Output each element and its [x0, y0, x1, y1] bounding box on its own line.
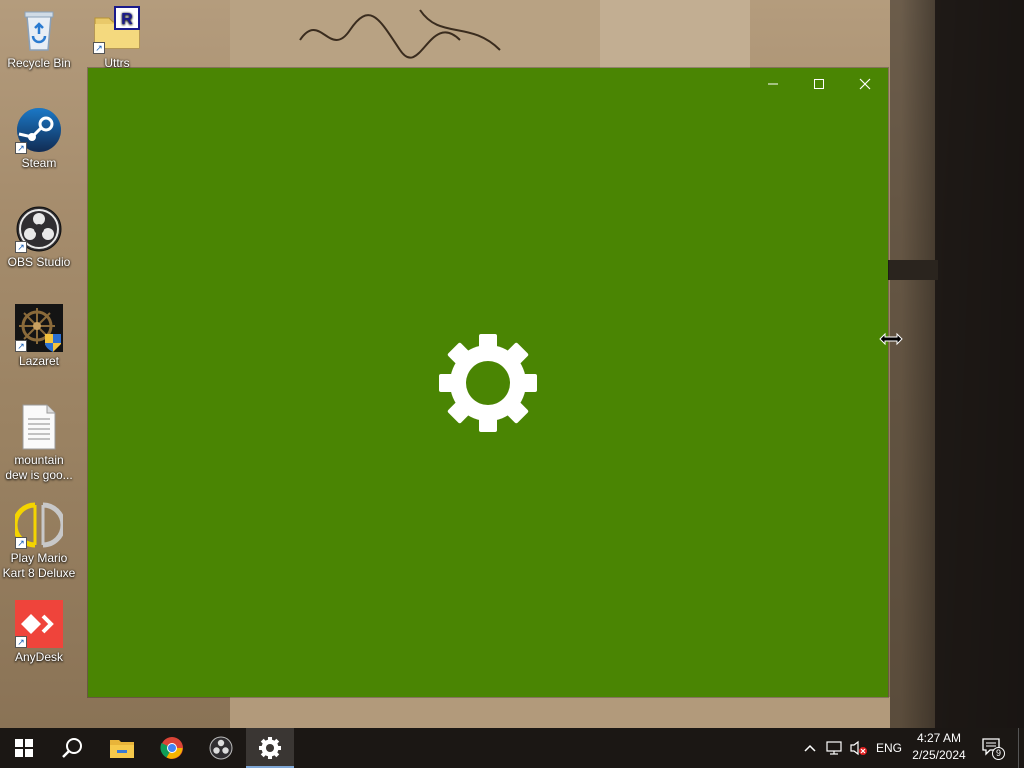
desktop-icon-lazaret[interactable]: ↗ Lazaret [0, 304, 78, 369]
desktop-icon-label: Steam [21, 156, 57, 170]
folder-icon: R ↗ [93, 6, 141, 54]
windows-start-icon [15, 739, 33, 757]
steam-icon: ↗ [15, 106, 63, 154]
action-center-button[interactable]: 9 [982, 738, 1006, 760]
svg-text:R: R [121, 11, 133, 28]
yuzu-icon: ↗ [12, 501, 66, 549]
desktop-icon-folder[interactable]: R ↗ Uttrs [78, 6, 156, 71]
shortcut-arrow-icon: ↗ [15, 241, 27, 253]
show-hidden-icons-button[interactable] [802, 740, 818, 756]
desktop-icon-recycle-bin[interactable]: Recycle Bin [0, 6, 78, 71]
desktop-icon-obs-studio[interactable]: ↗ OBS Studio [0, 205, 78, 270]
file-explorer-button[interactable] [98, 728, 146, 768]
maximize-icon [814, 79, 824, 89]
volume-button[interactable] [850, 740, 868, 756]
notification-count-badge: 9 [992, 747, 1005, 760]
settings-window[interactable] [88, 68, 888, 697]
volume-muted-icon [850, 740, 867, 756]
desktop-icon-text-file[interactable]: mountain dew is goo... [0, 403, 78, 483]
recycle-bin-icon [15, 6, 63, 54]
start-button[interactable] [0, 728, 48, 768]
obs-taskbar-button[interactable] [197, 728, 245, 768]
clock[interactable]: 4:27 AM 2/25/2024 [908, 731, 970, 762]
lazaret-icon: ↗ [15, 304, 63, 352]
desktop-icon-label: AnyDesk [14, 650, 64, 664]
obs-icon [209, 736, 233, 760]
language-indicator[interactable]: ENG [876, 741, 902, 755]
desktop-icon-anydesk[interactable]: ↗ AnyDesk [0, 600, 78, 665]
obs-icon: ↗ [15, 205, 63, 253]
maximize-button[interactable] [796, 68, 842, 100]
resize-cursor-icon [879, 332, 903, 346]
search-button[interactable] [48, 728, 96, 768]
shortcut-arrow-icon: ↗ [15, 142, 27, 154]
settings-gear-icon [259, 737, 281, 759]
chrome-icon [160, 737, 183, 759]
desktop-icon-label: Play Mario Kart 8 Deluxe [2, 551, 76, 580]
search-icon [62, 738, 82, 758]
show-desktop-button[interactable] [1018, 728, 1024, 768]
desktop-icon-mario-kart[interactable]: ↗ Play Mario Kart 8 Deluxe [0, 501, 78, 581]
network-icon [826, 741, 842, 755]
text-file-icon [15, 403, 63, 451]
desktop-icon-label: OBS Studio [7, 255, 71, 269]
desktop-icon-label: mountain dew is goo... [5, 453, 73, 482]
shortcut-arrow-icon: ↗ [15, 340, 27, 352]
minimize-icon [768, 83, 778, 85]
shortcut-arrow-icon: ↗ [93, 42, 105, 54]
close-button[interactable] [842, 68, 888, 100]
file-explorer-icon [110, 740, 134, 758]
desktop-icon-label: Lazaret [18, 354, 60, 368]
minimize-button[interactable] [750, 68, 796, 100]
clock-date: 2/25/2024 [912, 748, 966, 762]
desktop-icon-steam[interactable]: ↗ Steam [0, 106, 78, 171]
taskbar: ENG 4:27 AM 2/25/2024 9 [0, 728, 1024, 768]
chrome-button[interactable] [148, 728, 196, 768]
clock-time: 4:27 AM [916, 731, 962, 745]
gear-icon [439, 334, 537, 432]
anydesk-icon: ↗ [15, 600, 63, 648]
shortcut-arrow-icon: ↗ [15, 537, 27, 549]
desktop-icon-label: Recycle Bin [7, 56, 71, 70]
chevron-up-icon [804, 744, 816, 752]
shortcut-arrow-icon: ↗ [15, 636, 27, 648]
close-icon [859, 78, 871, 90]
settings-taskbar-button[interactable] [246, 728, 294, 768]
network-button[interactable] [826, 740, 844, 756]
